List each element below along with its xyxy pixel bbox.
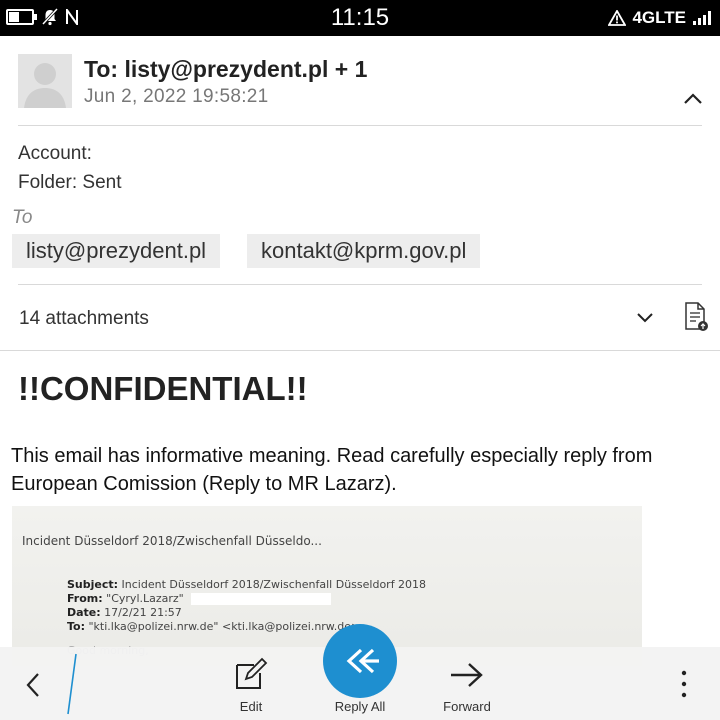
avatar[interactable] (18, 54, 72, 108)
text-cursor-line (67, 653, 77, 715)
account-label: Account: (18, 143, 92, 164)
divider (18, 125, 702, 126)
forward-arrow-icon (451, 663, 483, 687)
attachments-label[interactable]: 14 attachments (19, 308, 149, 330)
doc-to: "kti.lka@polizei.nrw.de" <kti.lka@polize… (88, 620, 361, 633)
reply-all-icon (346, 648, 379, 674)
forward-button[interactable]: Forward (433, 647, 501, 720)
message-title: !!CONFIDENTIAL!! (18, 370, 308, 407)
divider (0, 350, 720, 351)
more-options-icon[interactable] (676, 668, 692, 700)
doc-from: "Cyryl.Lazarz" (106, 592, 184, 605)
status-bar: 11:15 4GLTE (0, 0, 720, 36)
doc-subject: Incident Düsseldorf 2018/Zwischenfall Dü… (121, 578, 427, 591)
recipient-chip[interactable]: listy@prezydent.pl (12, 234, 221, 268)
edit-label: Edit (239, 699, 263, 714)
doc-date-label: Date: (67, 606, 101, 619)
header-to-line[interactable]: To: listy@prezydent.pl + 1 (84, 56, 367, 83)
doc-to-row: To: "kti.lka@polizei.nrw.de" <kti.lka@po… (67, 620, 360, 633)
message-paragraph: This email has informative meaning. Read… (11, 445, 653, 495)
doc-subject-row: Subject: Incident Düsseldorf 2018/Zwisch… (67, 578, 426, 591)
doc-header: Incident Düsseldorf 2018/Zwischenfall Dü… (22, 534, 322, 548)
reply-all-label: Reply All (334, 699, 386, 714)
document-icon[interactable] (683, 302, 709, 332)
doc-from-label: From: (67, 592, 103, 605)
divider (18, 284, 702, 285)
person-icon (24, 63, 66, 108)
doc-date-row: Date: 17/2/21 21:57 (67, 606, 182, 619)
doc-to-label: To: (67, 620, 85, 633)
signal-icon (693, 11, 711, 25)
folder-label: Folder: Sent (18, 172, 122, 193)
edit-button[interactable]: Edit (222, 647, 280, 720)
recipient-chip[interactable]: kontakt@kprm.gov.pl (247, 234, 481, 268)
to-label: To (12, 207, 33, 228)
chevron-down-icon[interactable] (634, 306, 656, 328)
reply-all-fab[interactable] (323, 624, 397, 698)
header-date: Jun 2, 2022 19:58:21 (84, 86, 269, 107)
back-chevron-icon[interactable] (22, 672, 46, 698)
forward-label: Forward (443, 699, 491, 714)
status-right-icons: 4GLTE (608, 8, 714, 28)
redaction-bar (191, 593, 332, 605)
doc-from-row: From: "Cyryl.Lazarz" (67, 592, 332, 605)
alert-icon (608, 10, 627, 26)
doc-subject-label: Subject: (67, 578, 119, 591)
doc-date: 17/2/21 21:57 (104, 606, 182, 619)
chevron-up-icon[interactable] (680, 86, 706, 112)
edit-icon (236, 657, 268, 689)
network-type: 4GLTE (632, 8, 686, 27)
